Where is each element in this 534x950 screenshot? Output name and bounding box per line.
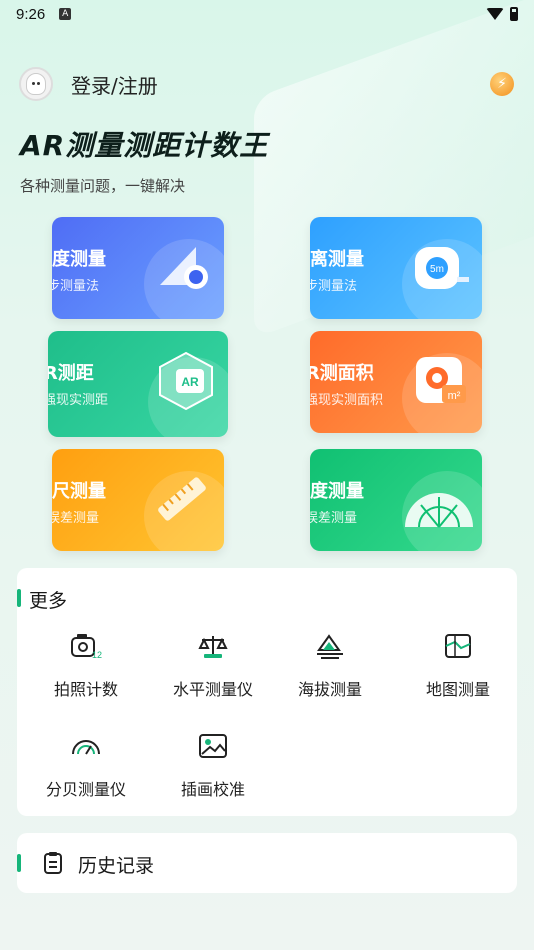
status-time: 9:26 bbox=[16, 5, 46, 23]
tape-measure-icon: 5m bbox=[408, 235, 472, 299]
tool-photo-count[interactable]: 12 拍照计数 bbox=[23, 630, 149, 700]
card-ar-distance[interactable]: AR测距 增强现实测距 AR bbox=[48, 331, 228, 437]
section-accent-bar bbox=[17, 589, 21, 607]
card-title: 距离测量 bbox=[310, 249, 364, 270]
login-header[interactable]: 登录/注册 bbox=[19, 66, 158, 102]
ruler-triangle-icon bbox=[150, 235, 214, 299]
card-title: AR测距 bbox=[48, 363, 94, 384]
tool-illustration-calibrate[interactable]: 插画校准 bbox=[150, 730, 276, 800]
image-icon bbox=[197, 730, 229, 762]
card-height-measure[interactable]: 高度测量 三步测量法 bbox=[52, 217, 224, 319]
ruler-icon bbox=[150, 467, 214, 531]
level-icon bbox=[197, 630, 229, 662]
m2-text: m² bbox=[448, 390, 461, 402]
history-title: 历史记录 bbox=[78, 855, 155, 877]
card-title: 直尺测量 bbox=[52, 481, 106, 502]
card-title: 高度测量 bbox=[52, 249, 106, 270]
tool-label: 地图测量 bbox=[425, 680, 490, 699]
tool-label: 水平测量仪 bbox=[172, 680, 253, 699]
map-icon bbox=[442, 630, 474, 662]
tool-label: 海拔测量 bbox=[297, 680, 362, 699]
tool-altitude[interactable]: 海拔测量 bbox=[267, 630, 393, 700]
battery-icon bbox=[510, 7, 518, 21]
altitude-icon bbox=[314, 630, 346, 662]
clipboard-icon bbox=[43, 851, 63, 875]
ar-text: AR bbox=[181, 375, 199, 389]
app-title: AR测量测距计数王 bbox=[20, 129, 269, 162]
login-register-link[interactable]: 登录/注册 bbox=[71, 70, 158, 99]
card-distance-measure[interactable]: 距离测量 二步测量法 5m bbox=[310, 217, 482, 319]
history-panel[interactable]: 历史记录 bbox=[17, 833, 517, 893]
protractor-icon bbox=[400, 475, 478, 539]
more-title: 更多 bbox=[29, 590, 68, 612]
card-subtitle: 增强现实测面积 bbox=[310, 393, 384, 408]
section-accent-bar bbox=[17, 854, 21, 872]
card-subtitle: 零误差测量 bbox=[52, 511, 100, 526]
tape-text: 5m bbox=[430, 264, 444, 275]
card-ruler-measure[interactable]: 直尺测量 零误差测量 bbox=[52, 449, 224, 551]
area-camera-icon: m² bbox=[408, 349, 472, 413]
card-title: AR测面积 bbox=[310, 363, 374, 384]
card-subtitle: 三步测量法 bbox=[52, 279, 100, 294]
tool-decibel[interactable]: 分贝测量仪 bbox=[23, 730, 149, 800]
card-angle-measure[interactable]: 角度测量 零误差测量 bbox=[310, 449, 482, 551]
card-subtitle: 增强现实测距 bbox=[48, 393, 109, 408]
tool-label: 分贝测量仪 bbox=[45, 780, 126, 799]
more-panel: 更多 12 拍照计数 水平测量仪 海拔测量 地图测量 分贝测量仪 插画校准 bbox=[17, 568, 517, 816]
count-text: 12 bbox=[92, 650, 102, 660]
wifi-icon bbox=[486, 8, 504, 20]
decibel-gauge-icon bbox=[70, 730, 102, 762]
ar-cube-icon: AR bbox=[154, 349, 218, 413]
card-subtitle: 二步测量法 bbox=[310, 279, 358, 294]
card-ar-area[interactable]: AR测面积 增强现实测面积 m² bbox=[310, 331, 482, 433]
tool-label: 插画校准 bbox=[180, 780, 245, 799]
notification-icon: A bbox=[59, 8, 72, 20]
tool-label: 拍照计数 bbox=[53, 680, 118, 699]
app-subtitle: 各种测量问题，一键解决 bbox=[20, 177, 186, 195]
card-title: 角度测量 bbox=[310, 481, 364, 502]
avatar-face-icon bbox=[26, 73, 46, 95]
tool-level[interactable]: 水平测量仪 bbox=[150, 630, 276, 700]
avatar[interactable] bbox=[19, 67, 53, 101]
tool-map[interactable]: 地图测量 bbox=[395, 630, 521, 700]
status-bar: 9:26 A bbox=[0, 0, 534, 28]
vip-lightning-icon[interactable]: ⚡ bbox=[490, 72, 514, 96]
camera-count-icon: 12 bbox=[70, 630, 102, 662]
card-subtitle: 零误差测量 bbox=[310, 511, 358, 526]
